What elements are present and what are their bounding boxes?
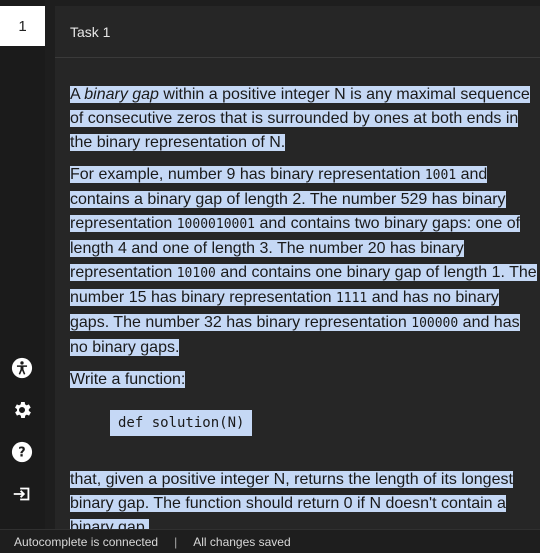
task-panel: Task 1 A binary gap within a positive in… [55, 6, 540, 536]
accessibility-icon[interactable] [10, 356, 34, 380]
function-signature: def solution(N) [110, 410, 253, 436]
task-tab-1[interactable]: 1 [0, 6, 45, 46]
code-1001: 1001 [424, 168, 457, 183]
term-binary-gap: binary gap [84, 86, 159, 103]
panel-header: Task 1 [55, 6, 540, 58]
paragraph-write-function: Write a function: [70, 371, 186, 388]
code-100000: 100000 [411, 316, 459, 331]
save-status: All changes saved [193, 534, 291, 549]
task-title: Task 1 [70, 23, 111, 40]
status-separator: | [174, 534, 178, 549]
help-icon[interactable]: ? [10, 440, 34, 464]
code-1111: 1111 [335, 291, 368, 306]
app-window: 1 ? Task 1 A binary gap within a positiv… [0, 0, 540, 553]
code-block: def solution(N) [70, 410, 540, 452]
left-rail: 1 ? [0, 0, 45, 529]
paragraph-definition: A binary gap within a positive integer N… [70, 86, 530, 151]
task-description: A binary gap within a positive integer N… [70, 83, 540, 548]
autocomplete-status: Autocomplete is connected [14, 534, 159, 549]
code-10100: 10100 [176, 266, 216, 281]
gear-icon[interactable] [10, 398, 34, 422]
logout-icon[interactable] [10, 482, 34, 506]
code-1000010001: 1000010001 [176, 217, 256, 232]
status-bar: Autocomplete is connected | All changes … [0, 529, 540, 553]
paragraph-examples: For example, number 9 has binary represe… [70, 166, 537, 356]
svg-text:?: ? [18, 446, 25, 461]
